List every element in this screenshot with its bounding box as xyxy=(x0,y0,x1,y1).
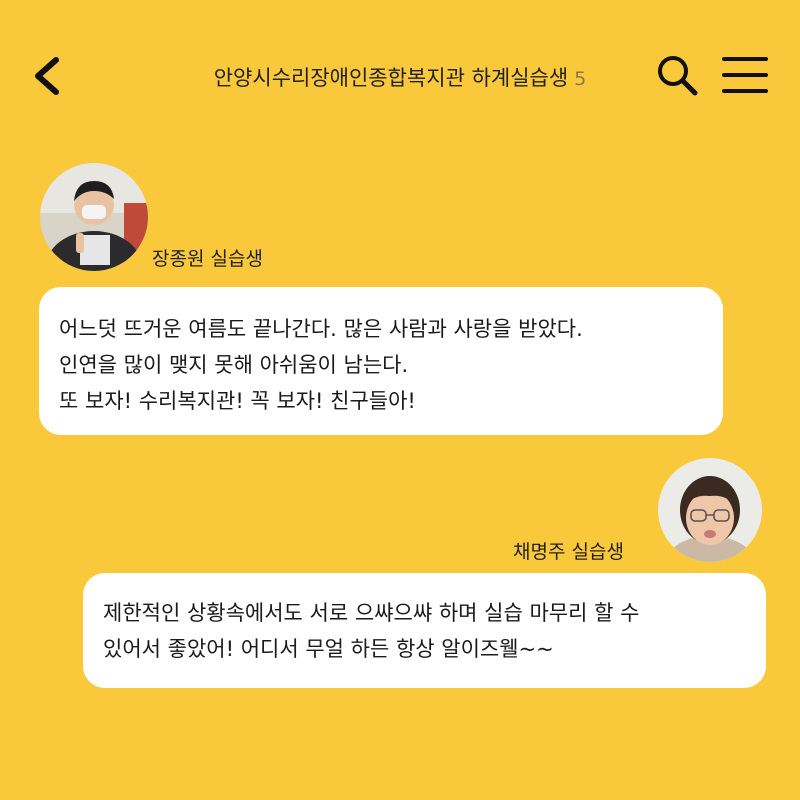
search-button[interactable] xyxy=(654,52,700,98)
message-bubble: 제한적인 상황속에서도 서로 으쌰으쌰 하며 실습 마무리 할 수 있어서 좋았… xyxy=(83,573,766,688)
chat-title: 안양시수리장애인종합복지관 하계실습생 5 xyxy=(150,62,650,92)
search-icon xyxy=(658,56,698,96)
profile-photo xyxy=(658,458,762,562)
back-button[interactable] xyxy=(24,52,72,100)
message-line: 있어서 좋았어! 어디서 무얼 하든 항상 알이즈웰~~ xyxy=(103,637,554,661)
message-bubble: 어느덧 뜨거운 여름도 끝나간다. 많은 사람과 사랑을 받았다. 인연을 많이… xyxy=(39,287,723,435)
sender-name: 장종원 실습생 xyxy=(152,248,263,270)
message-line: 제한적인 상황속에서도 서로 으쌰으쌰 하며 실습 마무리 할 수 xyxy=(103,601,640,625)
message-line: 인연을 많이 맺지 못해 아쉬움이 남는다. xyxy=(59,353,409,377)
avatar[interactable] xyxy=(658,458,762,562)
member-count: 5 xyxy=(574,68,587,90)
chat-header: 안양시수리장애인종합복지관 하계실습생 5 xyxy=(0,0,800,150)
chevron-left-icon xyxy=(35,57,59,95)
message-line: 또 보자! 수리복지관! 꼭 보자! 친구들아! xyxy=(59,389,416,413)
hamburger-menu-icon xyxy=(722,57,768,93)
menu-button[interactable] xyxy=(720,54,770,96)
message-line: 어느덧 뜨거운 여름도 끝나간다. 많은 사람과 사랑을 받았다. xyxy=(59,317,583,341)
sender-name: 채명주 실습생 xyxy=(513,541,624,563)
avatar[interactable] xyxy=(40,163,148,271)
chat-room-name: 안양시수리장애인종합복지관 하계실습생 xyxy=(213,66,569,90)
profile-photo xyxy=(40,163,148,271)
